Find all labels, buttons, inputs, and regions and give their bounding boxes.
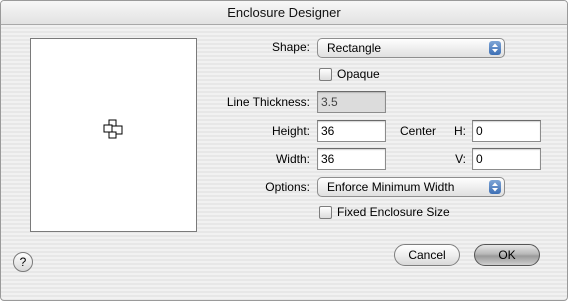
ok-button[interactable]: OK	[474, 244, 540, 266]
height-field[interactable]: 36	[317, 120, 386, 142]
fixed-enclosure-size-label: Fixed Enclosure Size	[337, 205, 450, 219]
window-title: Enclosure Designer	[1, 1, 567, 25]
help-button[interactable]: ?	[13, 252, 33, 272]
width-label: Width:	[275, 152, 310, 166]
center-label: Center	[400, 124, 437, 138]
options-popup[interactable]: Enforce Minimum Width	[317, 177, 505, 197]
enclosure-designer-dialog: Enclosure Designer Shape: Rectangle Opaq…	[0, 0, 568, 301]
line-thickness-field[interactable]: 3.5	[317, 91, 386, 113]
enclosure-preview-pane	[30, 38, 197, 232]
cancel-button[interactable]: Cancel	[394, 244, 460, 266]
center-v-field[interactable]: 0	[472, 148, 541, 170]
opaque-label: Opaque	[337, 67, 380, 81]
shape-popup[interactable]: Rectangle	[317, 38, 505, 58]
shape-label: Shape:	[271, 40, 310, 54]
updown-arrows-icon	[489, 180, 501, 194]
options-popup-value: Enforce Minimum Width	[327, 180, 455, 194]
height-label: Height:	[271, 124, 310, 138]
fixed-enclosure-size-checkbox[interactable]	[319, 206, 332, 219]
options-label: Options:	[265, 180, 310, 194]
center-v-label: V:	[455, 152, 466, 166]
opaque-checkbox[interactable]	[319, 68, 332, 81]
center-h-field[interactable]: 0	[472, 120, 541, 142]
center-h-label: H:	[454, 124, 466, 138]
shape-popup-value: Rectangle	[327, 41, 382, 55]
line-thickness-label: Line Thickness:	[226, 95, 310, 109]
updown-arrows-icon	[489, 41, 501, 55]
enclosure-preview-icon	[103, 119, 123, 139]
width-field[interactable]: 36	[317, 148, 386, 170]
